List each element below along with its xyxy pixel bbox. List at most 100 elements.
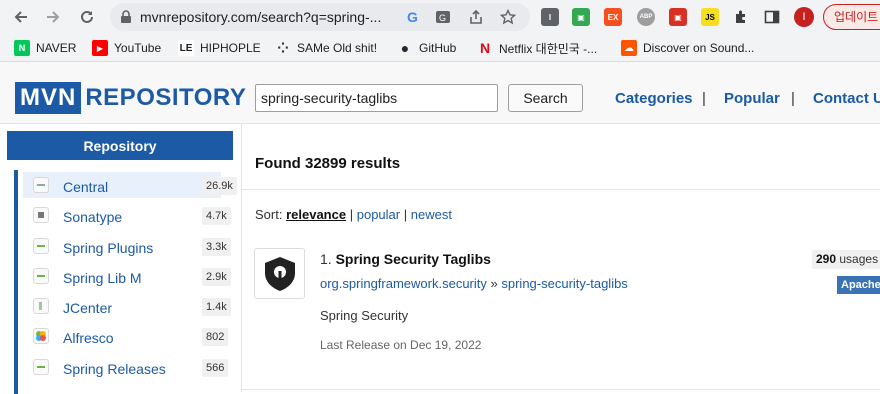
extension-1-icon[interactable]: I [541,8,559,26]
sidebar-item-jcenter[interactable]: JCenter 1.4k [14,291,234,322]
result-group-link[interactable]: org.springframework.security [320,276,487,291]
sidebar-item-label: Spring Lib M [63,269,142,286]
soundcloud-icon: ☁ [621,40,637,56]
browser-toolbar: mvnrepository.com/search?q=spring-... G … [0,0,880,34]
sort-separator: | [349,207,354,222]
netflix-icon: N [479,40,491,56]
artifact-image[interactable] [254,248,305,299]
bookmark-hiphople[interactable]: LE HIPHOPLE [178,39,261,57]
shield-lock-icon [264,256,295,291]
bookmark-label: HIPHOPLE [200,41,261,55]
bookmark-star-icon[interactable] [500,9,516,25]
bookmark-github[interactable]: ● GitHub [397,39,457,57]
result-coordinates: org.springframework.security » spring-se… [320,276,628,291]
count-badge: 566 [202,358,229,377]
hiphople-icon: LE [178,40,194,56]
result-index: 1. [320,251,332,267]
nav-separator: | [791,90,795,107]
translate-icon[interactable]: G [435,9,451,25]
bookmark-same-old-shit[interactable]: ⁘ SAMe Old shit! [275,39,377,57]
sidebar-item-label: Spring Plugins [63,239,154,256]
github-icon: ● [400,40,410,56]
sidebar-item-more[interactable] [14,382,234,394]
google-icon[interactable]: G [405,9,421,25]
sidebar-item-spring-lib-m[interactable]: Spring Lib M 2.9k [14,260,234,292]
usages-badge: 290 usages [812,250,880,269]
forward-button[interactable] [40,4,66,30]
bookmark-youtube[interactable]: ▶ YouTube [92,39,161,57]
repository-list: Central 26.9k Sonatype 4.7k Spring Plugi… [14,170,237,394]
sidebar-item-label: Spring Releases [63,360,166,377]
bookmark-soundcloud[interactable]: ☁ Discover on Sound... [621,39,754,57]
address-bar[interactable]: mvnrepository.com/search?q=spring-... G … [110,3,530,31]
nav-contact-us[interactable]: Contact Us [813,90,880,107]
search-button[interactable]: Search [508,84,583,112]
bookmark-label: SAMe Old shit! [297,41,378,55]
count-badge: 4.7k [202,207,231,226]
youtube-icon: ▶ [92,40,108,56]
mvn-repository-logo[interactable]: MVN REPOSITORY [15,81,246,115]
bookmark-label: YouTube [114,41,162,55]
site-header: MVN REPOSITORY Search Categories | Popul… [0,62,880,124]
sort-label: Sort: [255,207,283,222]
sonatype-icon [33,207,49,224]
usages-count: 290 [816,252,837,266]
nav-popular[interactable]: Popular [724,90,780,107]
spring-lib-m-icon [33,267,49,284]
extension-2-icon[interactable]: ▣ [572,8,590,26]
sidebar-item-central[interactable]: Central 26.9k [14,170,237,201]
count-badge: 802 [202,328,229,347]
extension-5-icon[interactable]: ▣ [669,8,687,26]
sort-separator: | [403,207,408,222]
nav-separator: | [702,90,706,107]
sidebar-item-label: Alfresco [63,330,114,347]
update-button[interactable]: 업데이트 [823,4,880,30]
nav-categories[interactable]: Categories [615,90,693,107]
result-title-text[interactable]: Spring Security Taglibs [336,251,491,267]
sidebar-item-spring-plugins[interactable]: Spring Plugins 3.3k [14,230,234,261]
bookmark-label: Netflix 대한민국 -... [499,41,598,56]
bookmark-label: Discover on Sound... [643,41,755,55]
back-button[interactable] [8,4,34,30]
sidebar-item-sonatype[interactable]: Sonatype 4.7k [14,200,234,231]
count-badge: 3.3k [202,237,231,256]
jcenter-icon [33,298,49,315]
search-input[interactable] [255,84,498,112]
sidebar-item-alfresco[interactable]: Alfresco 802 [14,321,234,352]
extensions-puzzle-icon[interactable] [728,4,754,30]
license-badge[interactable]: Apache [837,276,880,294]
arrow-right-icon [47,11,60,23]
profile-avatar[interactable]: I [794,7,814,27]
sort-newest[interactable]: newest [411,207,452,222]
usages-label: usages [839,252,879,266]
dots-icon: ⁘ [277,39,289,56]
reload-button[interactable] [74,4,100,30]
repository-heading: Repository [7,131,233,160]
divider [242,189,880,190]
share-icon[interactable] [468,9,484,25]
result-last-release: Last Release on Dec 19, 2022 [320,338,482,352]
bookmark-label: GitHub [419,41,457,55]
central-repo-icon [33,177,49,193]
result-artifact-link[interactable]: spring-security-taglibs [501,276,627,291]
naver-icon: N [14,40,30,56]
js-extension-icon[interactable]: JS [701,8,719,26]
sort-relevance[interactable]: relevance [286,207,346,222]
extension-3-icon[interactable]: EX [604,8,622,26]
adblock-icon[interactable]: ABP [637,8,655,26]
bookmarks-bar: N NAVER ▶ YouTube LE HIPHOPLE ⁘ SAMe Old… [0,34,880,62]
arrow-left-icon [14,11,27,23]
logo-repository: REPOSITORY [85,84,247,111]
sort-bar: Sort: relevance | popular | newest [255,207,452,222]
spring-releases-icon [33,358,49,375]
result-title[interactable]: 1. Spring Security Taglibs [320,251,491,267]
logo-mvn: MVN [15,82,82,114]
content-divider [241,124,242,392]
bookmark-netflix[interactable]: N Netflix 대한민국 -... [477,39,597,57]
side-panel-icon[interactable] [759,4,785,30]
bookmark-naver[interactable]: N NAVER [14,39,76,57]
sort-popular[interactable]: popular [357,207,400,222]
sidebar-item-spring-releases[interactable]: Spring Releases 566 [14,351,234,383]
url-text: mvnrepository.com/search?q=spring-... [140,9,382,25]
count-badge: 2.9k [202,267,231,286]
